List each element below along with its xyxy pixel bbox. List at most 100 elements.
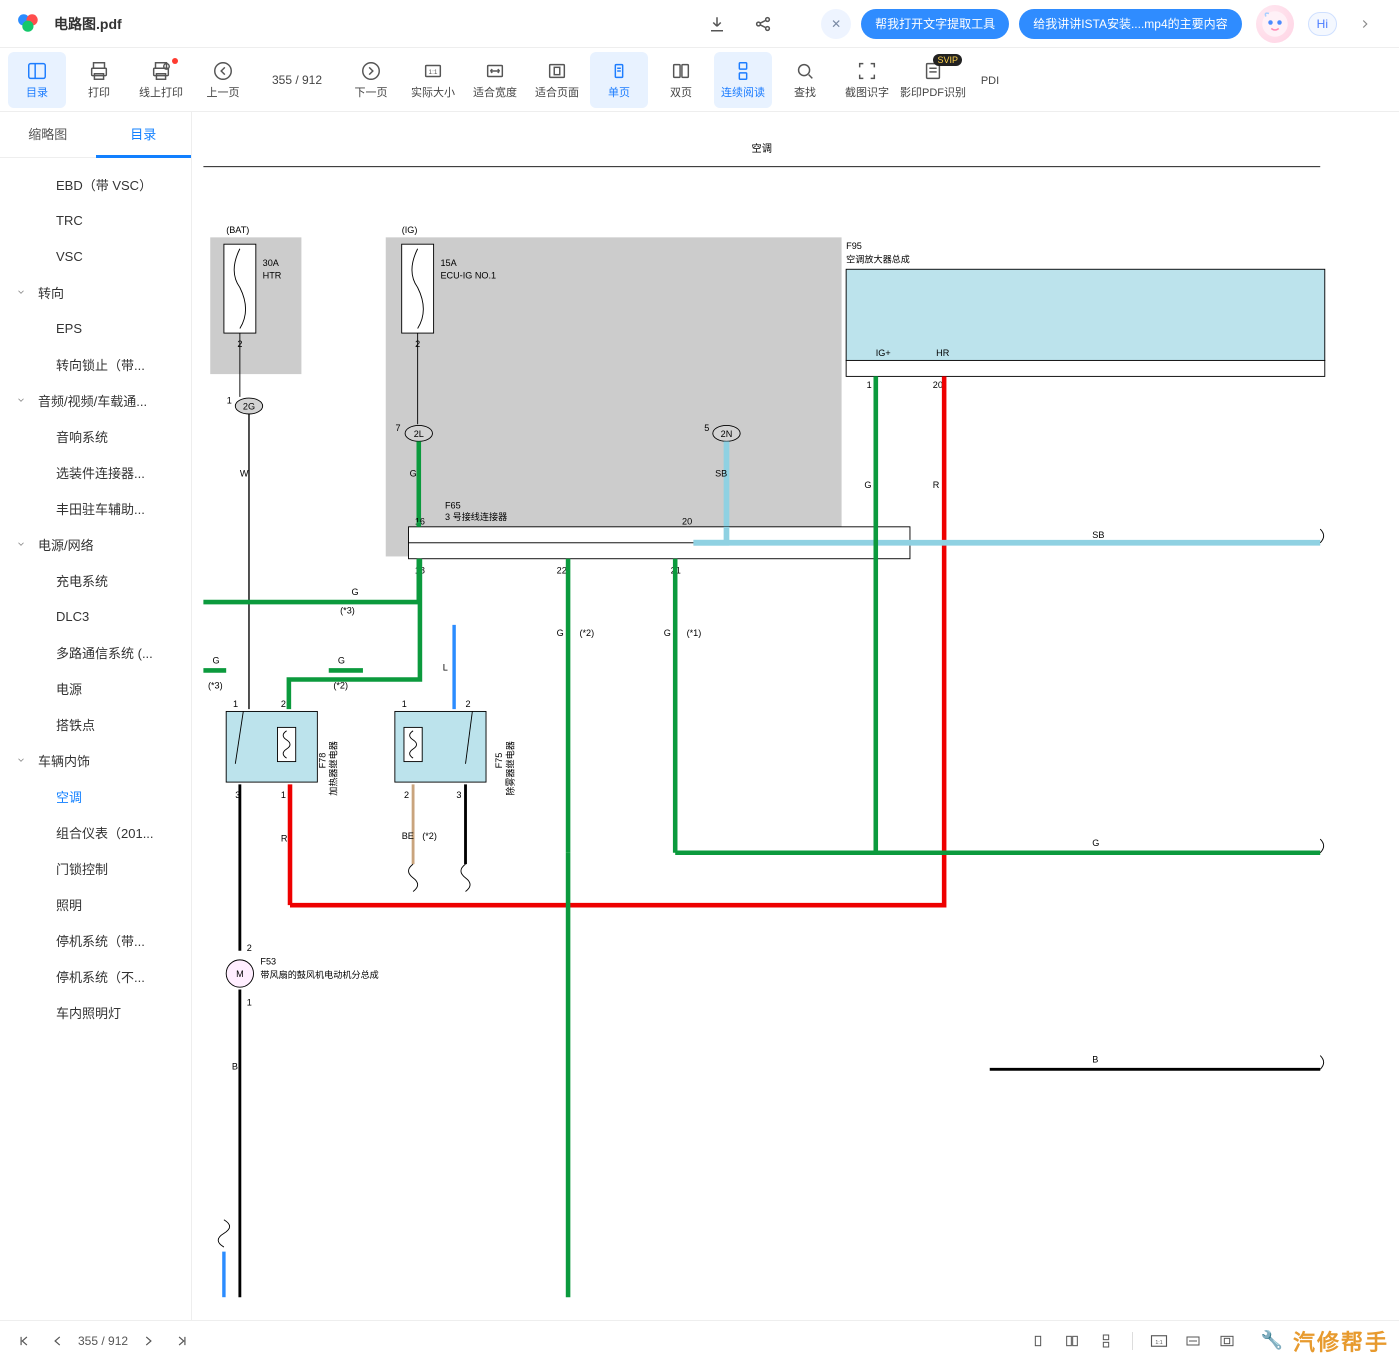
sidebar: 缩略图 目录 EBD（带 VSC）TRC VSC 转向EPS 转向锁止（带... 音频/…: [0, 112, 192, 1320]
toc-item[interactable]: VSC: [0, 238, 191, 274]
pdi-button[interactable]: PDI: [970, 52, 1010, 108]
toc-item[interactable]: 选装件连接器...: [0, 454, 191, 490]
fit-width-button[interactable]: 适合宽度: [466, 52, 524, 108]
toc-item-label: DLC3: [56, 609, 89, 624]
toc-item[interactable]: 停机系统（不...: [0, 958, 191, 994]
chevron-right-icon[interactable]: [1347, 6, 1383, 42]
tab-toc[interactable]: 目录: [96, 112, 192, 158]
svg-text:(*2): (*2): [422, 831, 437, 841]
toc-item[interactable]: EPS: [0, 310, 191, 346]
toc-item-label: 停机系统（不...: [56, 967, 145, 986]
fit-width-label: 适合宽度: [473, 84, 517, 100]
toc-item-label: VSC: [56, 249, 83, 264]
view-11-icon[interactable]: 1:1: [1145, 1327, 1173, 1355]
chevron-down-icon: [14, 537, 28, 551]
toc-item[interactable]: 电源: [0, 670, 191, 706]
toc-label: 目录: [26, 84, 48, 100]
next-page-button[interactable]: 下一页: [342, 52, 400, 108]
toc-item-label: 车内照明灯: [56, 1003, 121, 1022]
view-fitp-icon[interactable]: [1213, 1327, 1241, 1355]
pdf-ocr-button[interactable]: SVIP 影印PDF识别: [900, 52, 966, 108]
toc-item[interactable]: 转向: [0, 274, 191, 310]
toc-item-label: 电源/网络: [38, 535, 94, 554]
toc-item[interactable]: 音频/视频/车载通...: [0, 382, 191, 418]
svg-text:1: 1: [227, 396, 232, 406]
toc-item[interactable]: 多路通信系统 (...: [0, 634, 191, 670]
toc-item[interactable]: 组合仪表（201...: [0, 814, 191, 850]
find-label: 查找: [794, 84, 816, 100]
toc-item[interactable]: 车辆内饰: [0, 742, 191, 778]
fit-page-label: 适合页面: [535, 84, 579, 100]
toc-item[interactable]: EBD（带 VSC）: [0, 166, 191, 202]
double-page-button[interactable]: 双页: [652, 52, 710, 108]
toc-item[interactable]: 丰田驻车辅助...: [0, 490, 191, 526]
toc-item[interactable]: 停机系统（带...: [0, 922, 191, 958]
svg-text:15A: 15A: [440, 258, 457, 268]
fit-page-button[interactable]: 适合页面: [528, 52, 586, 108]
single-page-button[interactable]: 单页: [590, 52, 648, 108]
suggestion-pill-video[interactable]: 给我讲讲ISTA安装....mp4的主要内容: [1019, 9, 1241, 39]
svg-text:(*2): (*2): [333, 681, 348, 691]
chevron-down-icon: [14, 285, 28, 299]
toc-item[interactable]: 电源/网络: [0, 526, 191, 562]
svg-text:2L: 2L: [414, 429, 424, 439]
svg-text:G: G: [1092, 838, 1099, 848]
toc-item-label: 转向锁止（带...: [56, 355, 145, 374]
continuous-read-button[interactable]: 连续阅读: [714, 52, 772, 108]
print-button[interactable]: 打印: [70, 52, 128, 108]
online-print-button[interactable]: 线上打印: [132, 52, 190, 108]
svg-text:1:1: 1:1: [1155, 1340, 1162, 1346]
last-page-button[interactable]: [168, 1327, 196, 1355]
svg-text:G: G: [352, 587, 359, 597]
view-double-icon[interactable]: [1058, 1327, 1086, 1355]
toc-item[interactable]: 门锁控制: [0, 850, 191, 886]
next-page-bottom-button[interactable]: [134, 1327, 162, 1355]
download-button[interactable]: [699, 6, 735, 42]
close-suggestion-button[interactable]: ✕: [821, 9, 851, 39]
toc-item[interactable]: 空调: [0, 778, 191, 814]
pdi-label: PDI: [981, 75, 999, 87]
suggestion-pill-ocr[interactable]: 帮我打开文字提取工具: [861, 9, 1009, 39]
toc-button[interactable]: 目录: [8, 52, 66, 108]
toc-item[interactable]: 车内照明灯: [0, 994, 191, 1030]
pdf-viewport[interactable]: .txt{font-size:9px;fill:#000;font-family…: [192, 112, 1399, 1320]
prev-page-bottom-button[interactable]: [44, 1327, 72, 1355]
toc-list[interactable]: EBD（带 VSC）TRC VSC 转向EPS 转向锁止（带... 音频/视频/车载通.…: [0, 158, 191, 1320]
assistant-avatar[interactable]: [1256, 5, 1294, 43]
share-button[interactable]: [745, 6, 781, 42]
view-continuous-icon[interactable]: [1092, 1327, 1120, 1355]
hi-button[interactable]: Hi: [1308, 12, 1337, 36]
view-fitw-icon[interactable]: [1179, 1327, 1207, 1355]
file-name: 电路图.pdf: [54, 14, 122, 34]
svg-text:F78: F78: [317, 753, 327, 769]
toc-item[interactable]: 照明: [0, 886, 191, 922]
svg-text:带风扇的鼓风机电动机分总成: 带风扇的鼓风机电动机分总成: [260, 969, 378, 980]
actual-size-button[interactable]: 1:1 实际大小: [404, 52, 462, 108]
circuit-diagram: .txt{font-size:9px;fill:#000;font-family…: [192, 112, 1399, 1320]
svg-text:7: 7: [395, 423, 400, 433]
view-single-icon[interactable]: [1024, 1327, 1052, 1355]
svg-text:3: 3: [456, 790, 461, 800]
toc-item[interactable]: 转向锁止（带...: [0, 346, 191, 382]
first-page-button[interactable]: [10, 1327, 38, 1355]
toc-item[interactable]: 充电系统: [0, 562, 191, 598]
prev-page-button[interactable]: 上一页: [194, 52, 252, 108]
toc-item-label: 车辆内饰: [38, 751, 90, 770]
svg-text:R: R: [281, 833, 288, 843]
toc-item[interactable]: DLC3: [0, 598, 191, 634]
svg-text:3 号接线连接器: 3 号接线连接器: [445, 511, 507, 522]
app-logo: [16, 12, 44, 35]
svg-text:2: 2: [404, 790, 409, 800]
crop-ocr-button[interactable]: 截图识字: [838, 52, 896, 108]
svg-text:BE: BE: [402, 831, 414, 841]
svg-text:1: 1: [247, 997, 252, 1007]
find-button[interactable]: 查找: [776, 52, 834, 108]
toc-item[interactable]: 音响系统: [0, 418, 191, 454]
toc-item[interactable]: 搭铁点: [0, 706, 191, 742]
svg-text:W: W: [240, 469, 249, 479]
toc-item[interactable]: TRC: [0, 202, 191, 238]
tab-thumbnails[interactable]: 缩略图: [0, 112, 96, 157]
svg-text:1: 1: [402, 699, 407, 709]
main-area: 缩略图 目录 EBD（带 VSC）TRC VSC 转向EPS 转向锁止（带... 音频/…: [0, 112, 1399, 1320]
title-bar: 电路图.pdf ✕ 帮我打开文字提取工具 给我讲讲ISTA安装....mp4的主…: [0, 0, 1399, 48]
